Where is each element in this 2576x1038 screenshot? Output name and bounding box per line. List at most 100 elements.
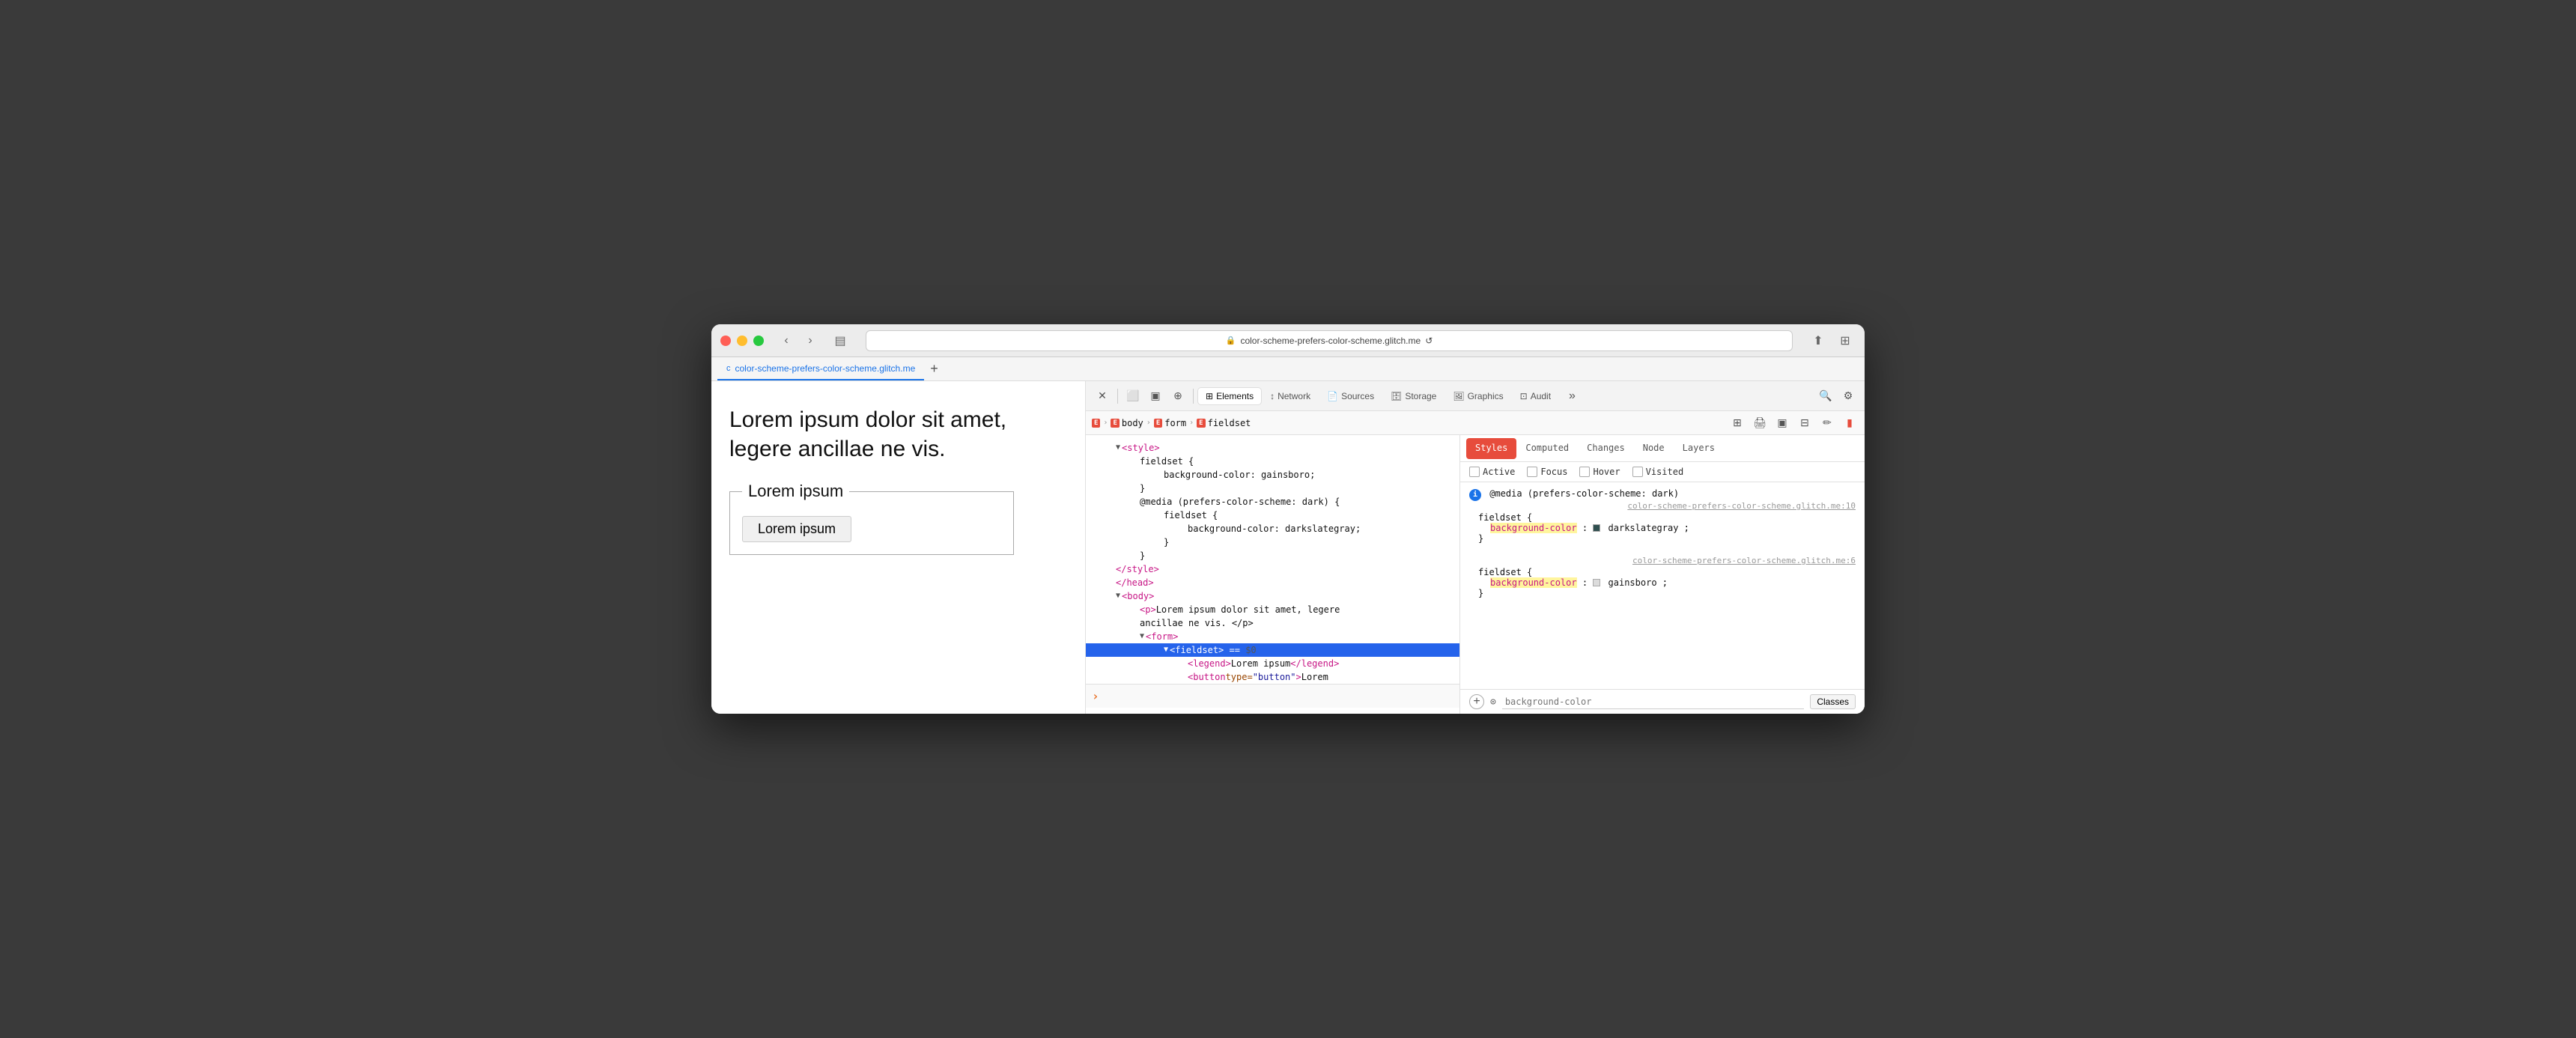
minimize-button[interactable] — [737, 336, 747, 346]
html-text: } — [1140, 482, 1145, 495]
console-input[interactable] — [1104, 691, 1453, 702]
tab-styles[interactable]: Styles — [1466, 438, 1516, 459]
breadcrumb-item-body[interactable]: E body — [1111, 418, 1143, 428]
page-content: Lorem ipsum dolor sit amet,legere ancill… — [711, 381, 1086, 714]
active-checkbox[interactable] — [1469, 467, 1480, 477]
html-tag-button-end: > — [1296, 670, 1301, 684]
state-visited[interactable]: Visited — [1632, 467, 1684, 477]
focus-checkbox[interactable] — [1527, 467, 1537, 477]
page-button[interactable]: Lorem ipsum — [742, 516, 851, 542]
html-tag-legend: <legend> — [1188, 657, 1231, 670]
page-legend: Lorem ipsum — [742, 482, 849, 501]
sidebar-button[interactable]: ▤ — [830, 330, 851, 351]
info-icon-1[interactable]: i — [1469, 489, 1481, 501]
state-bar: Active Focus Hover Visited — [1460, 462, 1865, 482]
devtools-close-button[interactable]: ✕ — [1092, 386, 1113, 407]
html-panel[interactable]: ▼ <style> fieldset { background-color: g… — [1086, 435, 1460, 714]
hover-checkbox[interactable] — [1579, 467, 1590, 477]
triangle-icon[interactable]: ▼ — [1164, 643, 1168, 657]
sources-icon: 📄 — [1327, 391, 1338, 401]
css-close-brace-2: } — [1478, 588, 1856, 598]
close-button[interactable] — [720, 336, 731, 346]
css-prop-name-2: background-color — [1490, 577, 1577, 588]
html-text: Lorem ipsum dolor sit amet, legere — [1156, 603, 1340, 616]
active-label: Active — [1483, 467, 1515, 477]
breadcrumb-item-fieldset[interactable]: E fieldset — [1197, 418, 1251, 428]
refresh-icon[interactable]: ↺ — [1425, 336, 1433, 346]
html-line: } — [1086, 535, 1459, 549]
responsive-button[interactable]: ⬜ — [1123, 386, 1143, 407]
title-bar: ‹ › ▤ 🔒 color-scheme-prefers-color-schem… — [711, 324, 1865, 357]
color-swatch-1[interactable] — [1593, 524, 1600, 532]
tab-elements[interactable]: ⊞ Elements — [1198, 388, 1261, 404]
triangle-icon[interactable]: ▼ — [1140, 630, 1144, 643]
page-fieldset: Lorem ipsum Lorem ipsum — [729, 482, 1014, 555]
audit-icon: ⊡ — [1520, 391, 1528, 401]
tab-storage[interactable]: 🗄 Storage — [1383, 388, 1444, 404]
grid-lines-button[interactable]: ⊞ — [1728, 414, 1746, 432]
color-swatch-2[interactable] — [1593, 579, 1600, 586]
state-focus[interactable]: Focus — [1527, 467, 1567, 477]
forward-button[interactable]: › — [800, 330, 821, 351]
css-selector-2: fieldset { — [1478, 567, 1856, 577]
back-button[interactable]: ‹ — [776, 330, 797, 351]
maximize-button[interactable] — [753, 336, 764, 346]
tab-bar: c color-scheme-prefers-color-scheme.glit… — [711, 357, 1865, 381]
triangle-icon[interactable]: ▼ — [1116, 441, 1120, 455]
screenshot-button[interactable]: ▣ — [1773, 414, 1791, 432]
html-tag-head-close: </head> — [1116, 576, 1154, 589]
html-line-selected[interactable]: ▼ <fieldset> == $0 — [1086, 643, 1459, 657]
tab-sources[interactable]: 📄 Sources — [1319, 388, 1382, 404]
inspect-button[interactable]: ⊕ — [1167, 386, 1188, 407]
css-rule-media-dark: i @media (prefers-color-scheme: dark) co… — [1469, 488, 1856, 544]
breadcrumb-item-form[interactable]: E form — [1154, 418, 1186, 428]
url-text: color-scheme-prefers-color-scheme.glitch… — [1240, 336, 1421, 346]
share-button[interactable]: ⬆ — [1808, 330, 1829, 351]
browser-content: Lorem ipsum dolor sit amet,legere ancill… — [711, 381, 1865, 714]
elements-icon: ⊞ — [1206, 391, 1213, 401]
html-text: } — [1140, 549, 1145, 562]
pencil-button[interactable]: ✏ — [1818, 414, 1836, 432]
css-source-2[interactable]: color-scheme-prefers-color-scheme.glitch… — [1478, 556, 1856, 565]
html-text: Lorem — [1301, 670, 1328, 684]
html-tag-legend-close: </legend> — [1290, 657, 1339, 670]
color-button[interactable]: ▮ — [1841, 414, 1859, 432]
tab-network[interactable]: ↕ Network — [1263, 388, 1318, 404]
devtools-search-button[interactable]: 🔍 — [1815, 386, 1836, 407]
tab-node[interactable]: Node — [1634, 438, 1674, 459]
classes-button[interactable]: Classes — [1810, 694, 1856, 709]
print-button[interactable]: 🖨 — [1751, 414, 1769, 432]
add-property-button[interactable]: + — [1469, 694, 1484, 709]
devtools-toolbar: ✕ ⬜ ▣ ⊕ ⊞ Elements ↕ Network 📄 Sources — [1086, 381, 1865, 411]
breadcrumb-arrow-2: › — [1146, 419, 1151, 427]
device-toolbar-button[interactable]: ▣ — [1145, 386, 1166, 407]
breadcrumb-item-root[interactable]: E — [1092, 419, 1100, 428]
state-active[interactable]: Active — [1469, 467, 1515, 477]
breadcrumb-body-tag: body — [1122, 418, 1143, 428]
tab-computed[interactable]: Computed — [1516, 438, 1578, 459]
add-property-bar: + ⊙ Classes — [1460, 689, 1865, 714]
triangle-icon[interactable]: ▼ — [1116, 589, 1120, 603]
new-tab-icon[interactable]: + — [930, 357, 938, 380]
tab-active[interactable]: c color-scheme-prefers-color-scheme.glit… — [717, 357, 924, 380]
tab-audit[interactable]: ⊡ Audit — [1513, 388, 1558, 404]
nav-buttons: ‹ › — [776, 330, 821, 351]
tab-layers[interactable]: Layers — [1674, 438, 1724, 459]
graphics-label: Graphics — [1468, 391, 1504, 401]
traffic-lights — [720, 336, 764, 346]
more-tabs-button[interactable]: » — [1561, 386, 1583, 406]
layout-button[interactable]: ⊟ — [1796, 414, 1814, 432]
html-text: background-color: gainsboro; — [1164, 468, 1315, 482]
css-source-1[interactable]: color-scheme-prefers-color-scheme.glitch… — [1478, 501, 1856, 511]
css-rule-gainsboro: color-scheme-prefers-color-scheme.glitch… — [1469, 556, 1856, 598]
html-tag-style-close: </style> — [1116, 562, 1159, 576]
tab-graphics[interactable]: 🖼 Graphics — [1445, 388, 1510, 404]
state-hover[interactable]: Hover — [1579, 467, 1620, 477]
browser-window: ‹ › ▤ 🔒 color-scheme-prefers-color-schem… — [711, 324, 1865, 714]
devtools-settings-button[interactable]: ⚙ — [1838, 386, 1859, 407]
visited-checkbox[interactable] — [1632, 467, 1643, 477]
address-bar[interactable]: 🔒 color-scheme-prefers-color-scheme.glit… — [866, 330, 1793, 351]
tab-changes[interactable]: Changes — [1578, 438, 1634, 459]
new-tab-button[interactable]: ⊞ — [1835, 330, 1856, 351]
property-filter-input[interactable] — [1502, 695, 1804, 709]
